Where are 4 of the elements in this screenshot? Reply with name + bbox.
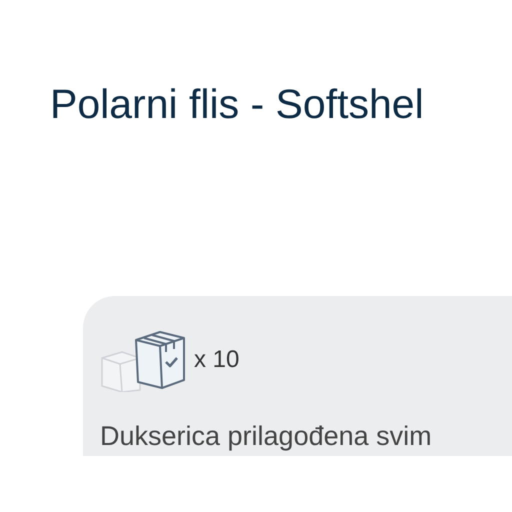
description-text: Dukserica prilagođena svim	[100, 420, 433, 452]
page-title: Polarni flis - Softshel	[50, 80, 424, 129]
quantity-label: x 10	[194, 345, 240, 375]
boxes-icon	[100, 328, 186, 392]
